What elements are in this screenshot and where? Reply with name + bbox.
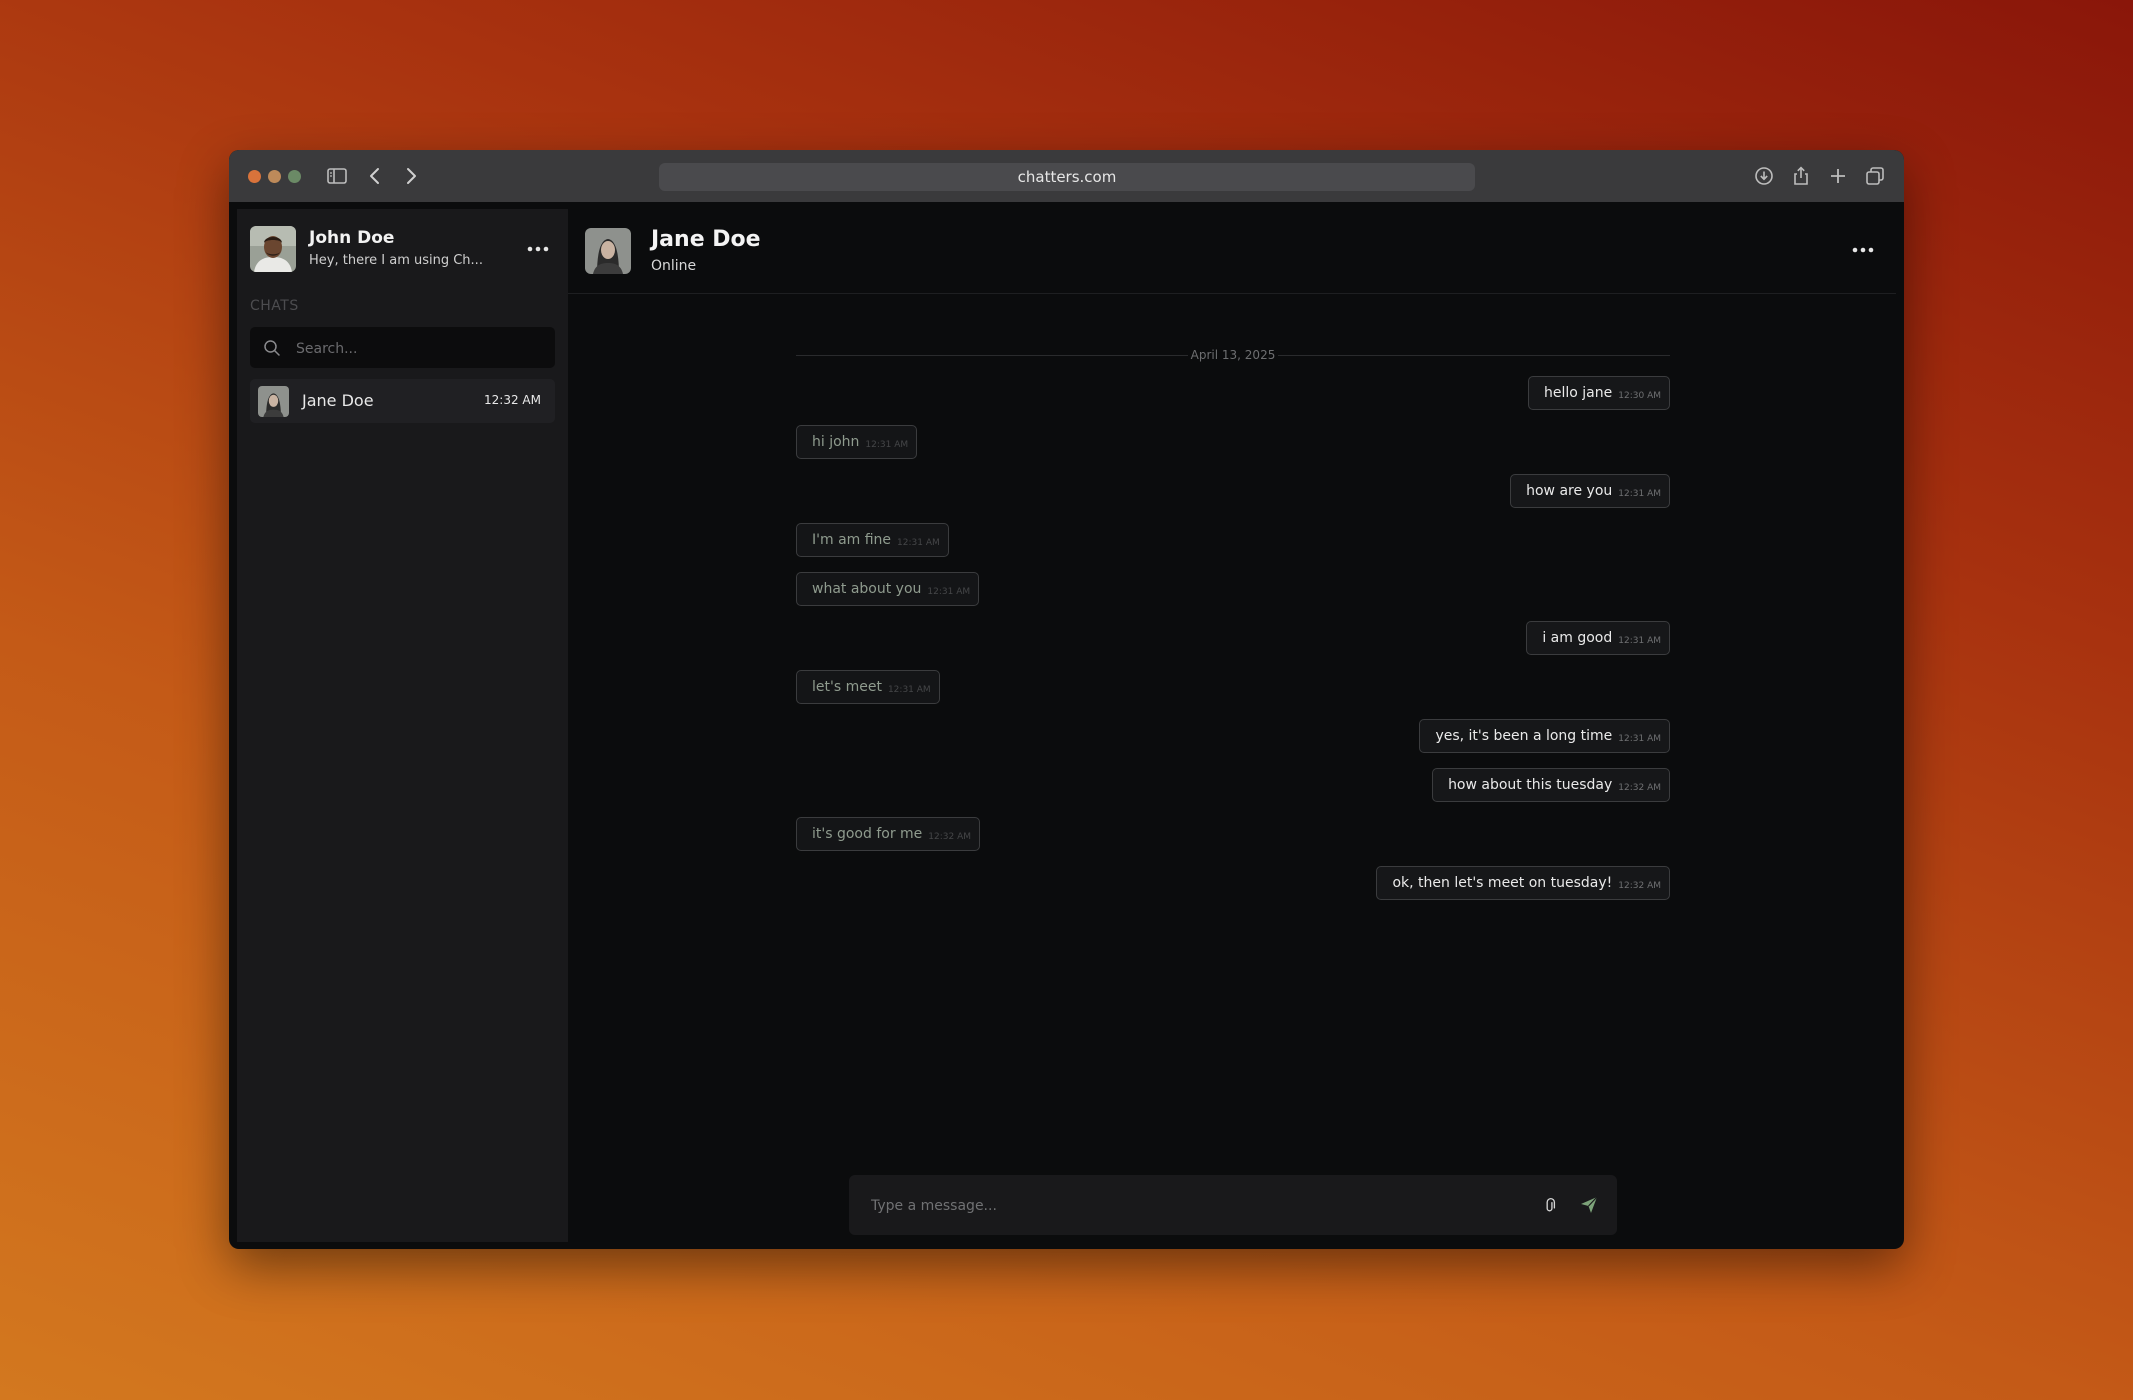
- message-outgoing: ok, then let's meet on tuesday! 12:32 AM: [1376, 866, 1670, 900]
- message-outgoing: how are you 12:31 AM: [1510, 474, 1670, 508]
- message-text: how about this tuesday: [1448, 777, 1613, 793]
- message-composer: [849, 1175, 1617, 1237]
- message-input[interactable]: [869, 1175, 1513, 1237]
- attach-icon[interactable]: [1542, 1196, 1560, 1214]
- message-incoming: let's meet 12:31 AM: [796, 670, 940, 704]
- user-status: Hey, there I am using Ch...: [309, 253, 483, 268]
- message-outgoing: i am good 12:31 AM: [1526, 621, 1670, 655]
- message-time: 12:31 AM: [927, 587, 971, 597]
- user-avatar[interactable]: [250, 226, 296, 272]
- message-text: what about you: [812, 581, 922, 597]
- message-time: 12:30 AM: [1618, 391, 1661, 401]
- message-text: let's meet: [812, 679, 882, 695]
- message-outgoing: yes, it's been a long time 12:31 AM: [1419, 719, 1670, 753]
- chat-list-item[interactable]: Jane Doe 12:32 AM: [250, 379, 555, 423]
- chat-item-avatar-image: [258, 386, 289, 417]
- chat-search: [250, 327, 555, 370]
- message-text: I'm am fine: [812, 532, 892, 548]
- download-icon[interactable]: [1752, 164, 1776, 188]
- forward-chevron-icon[interactable]: [399, 164, 423, 188]
- chat-item-name: Jane Doe: [302, 391, 374, 410]
- user-avatar-image: [250, 226, 296, 272]
- tabs-overview-icon[interactable]: [1863, 164, 1887, 188]
- message-incoming: I'm am fine 12:31 AM: [796, 523, 949, 557]
- message-outgoing: hello jane 12:30 AM: [1528, 376, 1670, 410]
- minimize-window-button[interactable]: [268, 170, 281, 183]
- message-time: 12:31 AM: [1618, 734, 1661, 744]
- date-separator-line: [1278, 355, 1670, 356]
- message-text: hi john: [812, 434, 860, 450]
- message-time: 12:31 AM: [887, 685, 931, 695]
- message-time: 12:32 AM: [1618, 881, 1661, 891]
- browser-window: chatters.com John Doe Hey, there I am us…: [229, 150, 1904, 1249]
- maximize-window-button[interactable]: [288, 170, 301, 183]
- message-incoming: hi john 12:31 AM: [796, 425, 918, 459]
- message-time: 12:31 AM: [865, 440, 909, 450]
- page-content: John Doe Hey, there I am using Ch... CHA…: [237, 209, 1896, 1242]
- message-time: 12:31 AM: [1618, 489, 1661, 499]
- more-options-icon[interactable]: [526, 245, 550, 253]
- message-time: 12:31 AM: [897, 538, 940, 548]
- chat-item-time: 12:32 AM: [484, 393, 541, 407]
- message-incoming: it's good for me 12:32 AM: [796, 817, 981, 851]
- message-text: i am good: [1542, 630, 1613, 646]
- message-text: it's good for me: [812, 826, 923, 842]
- user-name: John Doe: [309, 228, 395, 248]
- address-bar[interactable]: chatters.com: [659, 163, 1475, 191]
- search-icon: [264, 340, 280, 356]
- message-incoming: what about you 12:31 AM: [796, 572, 980, 606]
- message-text: hello jane: [1544, 385, 1613, 401]
- conversation-more-icon[interactable]: [1851, 246, 1875, 254]
- back-chevron-icon[interactable]: [363, 164, 387, 188]
- close-window-button[interactable]: [248, 170, 261, 183]
- conversation-panel: Jane Doe Online April 13, 2025 hello jan…: [568, 209, 1896, 1242]
- message-time: 12:32 AM: [1618, 783, 1661, 793]
- chat-sidebar: John Doe Hey, there I am using Ch... CHA…: [237, 209, 568, 1242]
- search-input[interactable]: [294, 327, 538, 370]
- message-text: yes, it's been a long time: [1435, 728, 1613, 744]
- message-outgoing: how about this tuesday 12:32 AM: [1432, 768, 1670, 802]
- message-text: how are you: [1526, 483, 1613, 499]
- conversation-header: Jane Doe Online: [568, 209, 1896, 294]
- partner-avatar[interactable]: [585, 228, 631, 274]
- chats-section-label: CHATS: [250, 298, 299, 314]
- chat-item-avatar: [258, 386, 289, 417]
- new-tab-icon[interactable]: [1826, 164, 1850, 188]
- browser-toolbar: chatters.com: [229, 150, 1904, 202]
- date-separator: April 13, 2025: [796, 349, 1670, 361]
- sidebar-toggle-icon[interactable]: [325, 164, 349, 188]
- partner-status: Online: [651, 258, 697, 274]
- partner-name: Jane Doe: [651, 227, 761, 252]
- share-icon[interactable]: [1789, 164, 1813, 188]
- send-icon[interactable]: [1578, 1194, 1600, 1216]
- partner-avatar-image: [585, 228, 631, 274]
- message-time: 12:32 AM: [928, 832, 972, 842]
- message-text: ok, then let's meet on tuesday!: [1392, 875, 1613, 891]
- message-time: 12:31 AM: [1618, 636, 1661, 646]
